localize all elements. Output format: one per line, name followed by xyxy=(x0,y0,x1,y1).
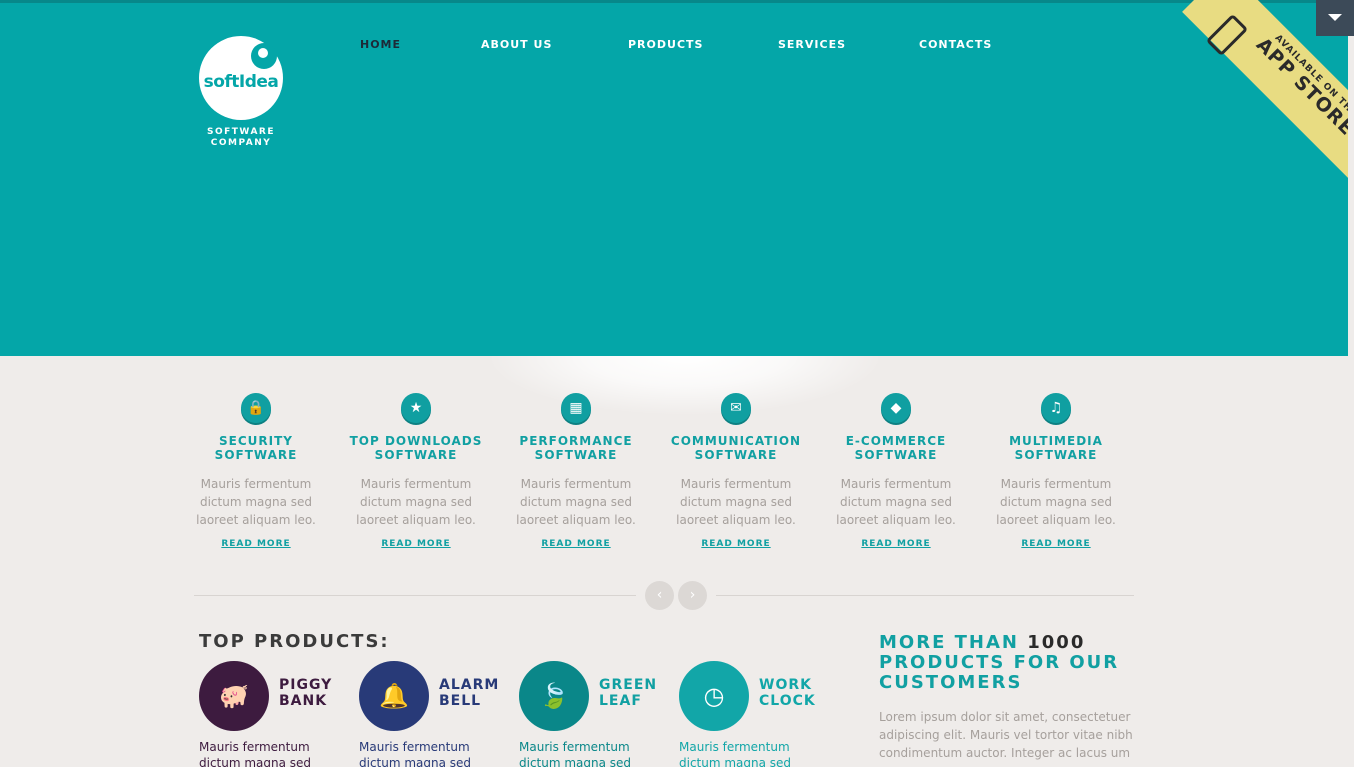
feature-communication: ✉ COMMUNICATION SOFTWARE Mauris fermentum… xyxy=(656,393,816,550)
logo-dot-highlight xyxy=(258,48,268,58)
feature-title: E-COMMERCE SOFTWARE xyxy=(816,434,976,462)
promo-title: MORE THAN 1000 PRODUCTS FOR OUR CUSTOMER… xyxy=(879,633,1139,693)
leaf-glyph: 🍃 xyxy=(539,682,569,710)
product-name: ALARM BELL xyxy=(439,677,499,709)
music-icon: ♫ xyxy=(1041,393,1071,423)
clock-icon: ◷ xyxy=(679,661,749,731)
tag-icon: ◆ xyxy=(881,393,911,423)
tagline-line1: SOFTWARE xyxy=(207,127,275,137)
logo-tagline: SOFTWARE COMPANY xyxy=(190,127,292,149)
film-icon: ▦ xyxy=(561,393,591,423)
feature-title-line2: SOFTWARE xyxy=(854,448,938,462)
feature-security: 🔒 SECURITY SOFTWARE Mauris fermentum dict… xyxy=(176,393,336,550)
star-icon: ★ xyxy=(401,393,431,423)
feature-title-line1: SECURITY xyxy=(219,434,293,448)
read-more-link[interactable]: READ MORE xyxy=(541,539,610,549)
feature-title-line2: SOFTWARE xyxy=(694,448,778,462)
lock-icon: 🔒 xyxy=(241,393,271,423)
product-name-line2: LEAF xyxy=(599,693,642,709)
product-alarm-bell[interactable]: 🔔 ALARM BELL Mauris fermentum dictum magn… xyxy=(359,661,519,767)
feature-e-commerce: ◆ E-COMMERCE SOFTWARE Mauris fermentum di… xyxy=(816,393,976,550)
chat-icon: ✉ xyxy=(721,393,751,423)
chevron-down-icon xyxy=(1328,14,1342,21)
product-name-line1: PIGGY xyxy=(279,677,333,693)
feature-title-line1: COMMUNICATION xyxy=(670,434,802,448)
feature-description: Mauris fermentum dictum magna sed laoree… xyxy=(516,477,636,527)
feature-title-line2: SOFTWARE xyxy=(214,448,298,462)
feature-title-line1: TOP DOWNLOADS xyxy=(349,434,483,448)
feature-description: Mauris fermentum dictum magna sed laoree… xyxy=(676,477,796,527)
product-green-leaf[interactable]: 🍃 GREEN LEAF Mauris fermentum dictum magn… xyxy=(519,661,679,767)
nav-services[interactable]: SERVICES xyxy=(778,38,846,51)
leaf-icon: 🍃 xyxy=(519,661,589,731)
slider-prev-button[interactable]: ‹ xyxy=(645,581,674,610)
feature-title: COMMUNICATION SOFTWARE xyxy=(656,434,816,462)
product-name-line1: ALARM xyxy=(439,677,500,693)
product-name-line1: WORK xyxy=(759,677,812,693)
feature-description: Mauris fermentum dictum magna sed laoree… xyxy=(196,477,316,527)
feature-title-line2: SOFTWARE xyxy=(1014,448,1098,462)
promo-title-number: 1000 xyxy=(1027,632,1086,653)
nav-about-us[interactable]: ABOUT US xyxy=(481,38,552,51)
product-name-line2: BANK xyxy=(279,693,328,709)
clock-glyph: ◷ xyxy=(703,682,725,710)
nav-home[interactable]: HOME xyxy=(360,38,401,51)
promo-title-part2: PRODUCTS FOR OUR CUSTOMERS xyxy=(879,652,1120,693)
feature-title-line1: E-COMMERCE xyxy=(845,434,947,448)
tagline-line2: COMPANY xyxy=(210,138,272,148)
product-name: PIGGY BANK xyxy=(279,677,332,709)
product-name: GREEN LEAF xyxy=(599,677,657,709)
read-more-link[interactable]: READ MORE xyxy=(1021,539,1090,549)
feature-title: PERFORMANCE SOFTWARE xyxy=(496,434,656,462)
slider-next-button[interactable]: › xyxy=(678,581,707,610)
promo-text: Lorem ipsum dolor sit amet, consectetuer… xyxy=(879,710,1133,760)
product-description: Mauris fermentum dictum magna sed xyxy=(519,740,632,767)
product-name-line2: CLOCK xyxy=(759,693,816,709)
product-name-line1: GREEN xyxy=(599,677,658,693)
divider-left xyxy=(194,595,636,596)
read-more-link[interactable]: READ MORE xyxy=(381,539,450,549)
bell-icon: 🔔 xyxy=(359,661,429,731)
read-more-link[interactable]: READ MORE xyxy=(221,539,290,549)
product-name-line2: BELL xyxy=(439,693,482,709)
feature-description: Mauris fermentum dictum magna sed laoree… xyxy=(356,477,476,527)
feature-title: MULTIMEDIA SOFTWARE xyxy=(976,434,1136,462)
product-description: Mauris fermentum dictum magna sed xyxy=(199,740,312,767)
read-more-link[interactable]: READ MORE xyxy=(861,539,930,549)
panel-toggle-button[interactable] xyxy=(1316,0,1354,36)
feature-title: SECURITY SOFTWARE xyxy=(176,434,336,462)
promo-title-part1: MORE THAN xyxy=(879,632,1028,653)
top-products-heading: TOP PRODUCTS: xyxy=(199,631,390,652)
divider-right xyxy=(716,595,1134,596)
feature-title-line1: MULTIMEDIA xyxy=(1009,434,1103,448)
read-more-link[interactable]: READ MORE xyxy=(701,539,770,549)
nav-contacts[interactable]: CONTACTS xyxy=(919,38,992,51)
feature-title-line2: SOFTWARE xyxy=(374,448,458,462)
product-work-clock[interactable]: ◷ WORK CLOCK Mauris fermentum dictum magn… xyxy=(679,661,839,767)
logo-text: softIdea xyxy=(203,72,279,92)
feature-performance: ▦ PERFORMANCE SOFTWARE Mauris fermentum d… xyxy=(496,393,656,550)
feature-description: Mauris fermentum dictum magna sed laoree… xyxy=(996,477,1116,527)
piggy-bank-icon: 🐖 xyxy=(199,661,269,731)
product-description: Mauris fermentum dictum magna sed xyxy=(679,740,792,767)
product-name: WORK CLOCK xyxy=(759,677,816,709)
piggy-bank-glyph: 🐖 xyxy=(219,682,249,710)
feature-title-line1: PERFORMANCE xyxy=(519,434,633,448)
feature-title-line2: SOFTWARE xyxy=(534,448,618,462)
bell-glyph: 🔔 xyxy=(379,682,409,710)
feature-multimedia: ♫ MULTIMEDIA SOFTWARE Mauris fermentum di… xyxy=(976,393,1136,550)
product-description: Mauris fermentum dictum magna sed xyxy=(359,740,472,767)
hero-banner xyxy=(0,3,1348,356)
nav-products[interactable]: PRODUCTS xyxy=(628,38,703,51)
product-piggy-bank[interactable]: 🐖 PIGGY BANK Mauris fermentum dictum magn… xyxy=(199,661,359,767)
feature-top-downloads: ★ TOP DOWNLOADS SOFTWARE Mauris fermentum… xyxy=(336,393,496,550)
feature-description: Mauris fermentum dictum magna sed laoree… xyxy=(836,477,956,527)
feature-title: TOP DOWNLOADS SOFTWARE xyxy=(336,434,496,462)
